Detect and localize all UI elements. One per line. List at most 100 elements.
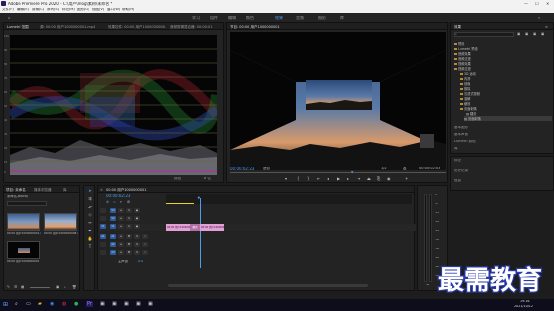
menu-edit[interactable]: 编辑(E) [17, 8, 29, 12]
accelerated-effects-icon[interactable]: ▣ [517, 32, 520, 36]
timeline-scrollbar[interactable] [168, 284, 368, 287]
snap-icon[interactable]: ⋒ [106, 200, 109, 204]
fit-dropdown[interactable]: 适合 [263, 167, 270, 171]
track-name[interactable]: A3 [110, 250, 116, 255]
icon-view-icon[interactable]: ▦ [21, 285, 24, 289]
panel-essential-sound[interactable]: 基本声音 [454, 133, 468, 137]
sequence-thumbnail[interactable] [7, 241, 40, 259]
play-icon[interactable]: ▶ [337, 176, 340, 181]
tab-project[interactable]: 项目: 未命名 [6, 188, 26, 193]
ripple-edit-tool-icon[interactable]: ⟛ [86, 204, 94, 211]
eye-icon[interactable]: ◉ [134, 224, 140, 229]
workspace-effects[interactable]: 效果 [275, 16, 283, 20]
tab-source[interactable]: 源: 00:00 用户1000000001.mp4 [40, 25, 102, 30]
trash-icon[interactable]: 🗑 [72, 285, 76, 289]
transition-clip[interactable]: 翻页 [190, 224, 200, 231]
media-thumbnail[interactable] [44, 213, 77, 231]
lift-icon[interactable]: ⏏ [367, 176, 371, 181]
pencil-icon[interactable]: ✎ [7, 285, 10, 289]
microphone-icon[interactable]: ♪ [142, 250, 148, 255]
taskbar-app-icon[interactable]: ▣ [148, 301, 153, 307]
taskbar-app-icon[interactable]: ▣ [136, 301, 141, 307]
playhead-handle-icon[interactable]: ▼ [198, 196, 201, 200]
selection-tool-icon[interactable]: ➤ [86, 188, 94, 195]
go-to-in-icon[interactable]: ⇤ [317, 176, 320, 181]
slip-tool-icon[interactable]: ↔ [86, 220, 94, 227]
add-marker-icon[interactable]: ▾ [120, 200, 122, 204]
pen-tool-icon[interactable]: ✒ [86, 228, 94, 235]
microphone-icon[interactable]: ♪ [142, 242, 148, 247]
menu-marker[interactable]: 标记(M) [62, 8, 75, 12]
track-target-toggle[interactable] [100, 208, 106, 213]
tab-effects[interactable]: 效果 [454, 25, 461, 30]
time-ruler[interactable] [166, 194, 412, 204]
add-marker-icon[interactable]: ▾ [285, 176, 287, 181]
type-tool-icon[interactable]: T [86, 244, 94, 251]
extract-icon[interactable]: ⎘ [377, 176, 380, 181]
master-volume-value[interactable]: 0.0 [138, 260, 143, 263]
track-select-tool-icon[interactable]: ⇶ [86, 196, 94, 203]
panel-history[interactable]: 历史记录 [454, 169, 468, 173]
tab-media-browser[interactable]: 媒体浏览器 [34, 188, 52, 193]
solo-button[interactable]: S [134, 250, 140, 255]
lock-icon[interactable]: ⌂ [118, 208, 124, 213]
track-target-toggle[interactable] [100, 250, 106, 255]
search-icon[interactable]: ⌕ [538, 15, 540, 20]
scope-bit-depth[interactable]: 8 位 [204, 177, 211, 181]
track-name[interactable]: A2 [110, 242, 116, 247]
linked-selection-icon[interactable]: ⊂ [113, 200, 116, 204]
mute-button[interactable]: M [126, 242, 132, 247]
sync-icon[interactable]: ⇋ [126, 224, 132, 229]
scope-settings-label[interactable]: 按钮 [174, 177, 181, 181]
razor-tool-icon[interactable]: ◇ [86, 212, 94, 219]
taskbar-app-icon[interactable]: ▣ [100, 301, 105, 307]
maximize-icon[interactable]: ☐ [535, 1, 539, 6]
menu-view[interactable]: 视图(V) [92, 8, 104, 12]
wechat-icon[interactable]: ● [74, 301, 78, 307]
tab-audio-clip-mixer[interactable]: 音频剪辑混合器: 00:00:01 [170, 25, 220, 30]
menu-help[interactable]: 帮助(H) [122, 8, 134, 12]
tab-effect-controls[interactable]: 效果控件: 00:00 用户1000000008.mp4 [108, 25, 166, 30]
taskbar-clock-time[interactable]: 19:16 [520, 300, 530, 303]
workspace-audio[interactable]: 音频 [296, 16, 304, 20]
add-button-icon[interactable]: + [405, 176, 408, 181]
mute-button[interactable]: M [126, 234, 132, 239]
taskbar-app-icon[interactable]: ▣ [112, 301, 117, 307]
taskbar-app-icon[interactable]: ▣ [124, 301, 129, 307]
eye-icon[interactable]: ◉ [134, 216, 140, 221]
microphone-icon[interactable]: ♪ [142, 234, 148, 239]
track-name[interactable]: V3 [110, 208, 116, 213]
track-target-toggle[interactable]: A1 [100, 234, 106, 239]
menu-window[interactable]: 窗口(W) [107, 8, 120, 12]
close-icon[interactable]: ✕ [546, 1, 549, 6]
tab-lumetri-scopes[interactable]: Lumetri 范围 [7, 25, 29, 30]
solo-button[interactable]: S [134, 242, 140, 247]
home-icon[interactable]: ⌂ [8, 15, 11, 20]
mute-button[interactable]: M [126, 250, 132, 255]
workspace-color[interactable]: 颜色 [246, 16, 254, 20]
search-icon[interactable]: ⌕ [15, 301, 18, 307]
menu-graphics[interactable]: 图形(G) [77, 8, 89, 12]
panel-essential-graphics[interactable]: 基本图形 [454, 126, 468, 130]
go-to-out-icon[interactable]: ⇥ [357, 176, 360, 181]
lock-icon[interactable]: ⌂ [118, 224, 124, 229]
panel-libraries[interactable]: 库 [454, 147, 458, 151]
resolution-dropdown[interactable]: 1/2 [381, 167, 387, 171]
lock-icon[interactable]: ⌂ [118, 234, 124, 239]
step-forward-icon[interactable]: ▸ [347, 176, 349, 181]
yuv-effects-icon[interactable]: ▣ [533, 32, 536, 36]
panel-markers[interactable]: 标记 [454, 159, 461, 163]
zoom-slider[interactable] [30, 287, 50, 288]
export-frame-icon[interactable]: ◉ [387, 176, 391, 181]
program-time-ruler[interactable] [230, 172, 446, 173]
32bit-effects-icon[interactable]: ▣ [525, 32, 528, 36]
workspace-assembly[interactable]: 组件 [210, 16, 218, 20]
menu-sequence[interactable]: 序列(S) [47, 8, 59, 12]
lock-icon[interactable]: ⌂ [118, 242, 124, 247]
premiere-taskbar-icon[interactable]: Pr [86, 301, 93, 307]
file-explorer-icon[interactable]: ▰ [38, 301, 42, 307]
tab-sequence[interactable]: 00:00 用户1000000001 [106, 188, 146, 193]
playhead-marker-icon[interactable]: ▼ [351, 170, 353, 174]
workspace-libraries[interactable]: 库 [340, 16, 344, 20]
sync-icon[interactable]: ⇋ [126, 208, 132, 213]
